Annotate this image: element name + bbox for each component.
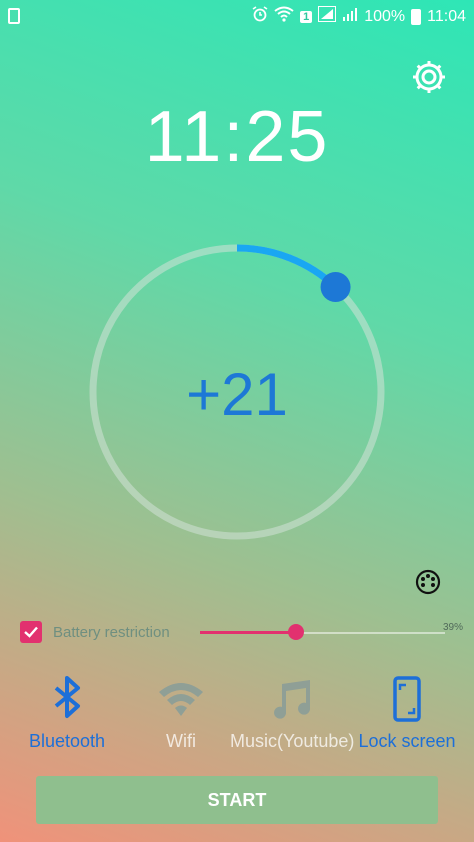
signal-icon bbox=[342, 6, 358, 27]
battery-restriction-checkbox[interactable] bbox=[20, 621, 42, 643]
battery-icon bbox=[411, 8, 422, 25]
lock-screen-icon bbox=[393, 676, 421, 722]
battery-slider-percent: 39% bbox=[443, 622, 464, 633]
wifi-icon bbox=[274, 6, 294, 27]
battery-restriction-label: Battery restriction bbox=[53, 624, 170, 641]
status-icons: 1 100% 11:04 bbox=[252, 6, 466, 27]
dial-progress-arc bbox=[236, 244, 338, 290]
wifi-icon bbox=[159, 683, 203, 716]
option-bluetooth[interactable]: Bluetooth bbox=[2, 672, 132, 758]
battery-slider-thumb[interactable] bbox=[287, 624, 304, 640]
palette-icon[interactable] bbox=[414, 568, 442, 596]
sim-badge: 1 bbox=[300, 10, 313, 23]
option-lock-screen[interactable]: Lock screen bbox=[342, 672, 472, 758]
option-wifi[interactable]: Wifi bbox=[116, 672, 246, 758]
battery-slider-fill bbox=[200, 631, 296, 634]
option-label: Wifi bbox=[166, 731, 196, 751]
option-label: Bluetooth bbox=[28, 731, 106, 751]
alarm-time[interactable]: 11:25 bbox=[0, 96, 474, 178]
option-label: Music(Youtube) bbox=[230, 731, 354, 751]
dial-knob[interactable] bbox=[320, 272, 351, 303]
feature-options: Bluetooth Wifi Music(Youtube) Lock scree… bbox=[0, 672, 474, 762]
status-time: 11:04 bbox=[427, 7, 466, 25]
music-icon bbox=[274, 680, 311, 719]
battery-small-icon bbox=[8, 8, 20, 24]
start-button[interactable]: START bbox=[36, 776, 438, 824]
settings-gear-icon[interactable] bbox=[410, 58, 448, 96]
bluetooth-icon bbox=[54, 676, 80, 718]
option-music[interactable]: Music(Youtube) bbox=[230, 672, 354, 758]
status-bar: 1 100% 11:04 bbox=[0, 0, 474, 32]
sim-signal-icon bbox=[318, 6, 337, 27]
battery-restriction-row: Battery restriction 39% bbox=[20, 620, 464, 646]
option-label: Lock screen bbox=[358, 731, 456, 751]
alarm-icon bbox=[252, 6, 268, 27]
offset-value: +21 bbox=[186, 361, 288, 428]
battery-percent: 100% bbox=[364, 7, 406, 25]
